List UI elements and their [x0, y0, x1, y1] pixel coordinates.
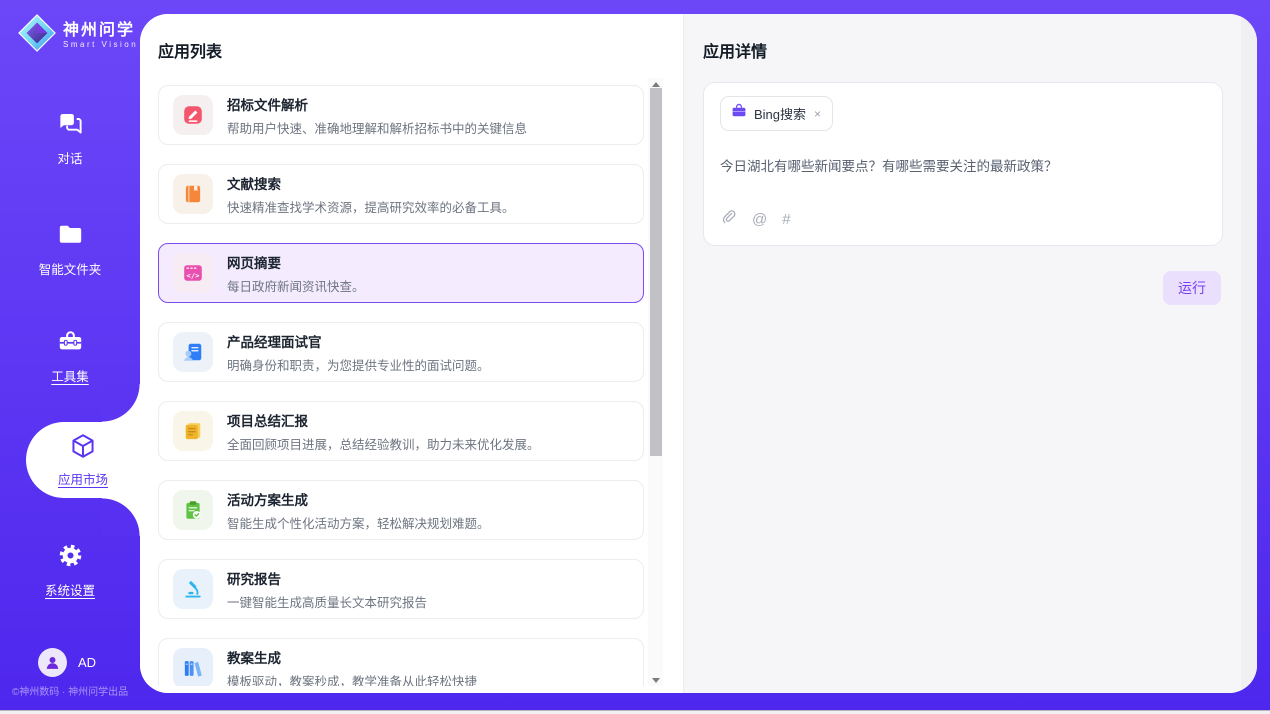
microscope-icon	[173, 569, 213, 609]
list-item[interactable]: 活动方案生成智能生成个性化活动方案，轻松解决规划难题。	[158, 480, 644, 540]
avatar	[38, 648, 67, 677]
scrollbar-thumb[interactable]	[650, 88, 662, 456]
interviewer-icon	[173, 332, 213, 372]
sidebar-item-settings[interactable]: 系统设置	[0, 542, 140, 599]
window-bottom-edge	[0, 710, 1270, 714]
app-description: 智能生成个性化活动方案，轻松解决规划难题。	[227, 513, 490, 532]
sidebar-item-chat[interactable]: 对话	[0, 110, 140, 167]
brand-text: 神州问学 Smart Vision	[63, 22, 138, 50]
toolbox-icon	[57, 328, 84, 360]
diamond-logo-icon	[18, 14, 56, 57]
app-description: 全面回顾项目进展，总结经验教训，助力未来优化发展。	[227, 434, 540, 453]
sidebar-item-app-market[interactable]: 应用市场	[26, 432, 140, 488]
svg-text:</>: </>	[187, 271, 200, 280]
list-item[interactable]: 教案生成模板驱动，教案秒成，教学准备从此轻松快捷	[158, 638, 644, 686]
doc-edit-icon	[173, 95, 213, 135]
app-name: 产品经理面试官	[227, 331, 490, 351]
app-name: 活动方案生成	[227, 489, 490, 509]
brand-logo: 神州问学 Smart Vision	[18, 14, 138, 57]
sidebar-item-smart-folder[interactable]: 智能文件夹	[0, 221, 140, 278]
mention-icon[interactable]: @	[752, 212, 767, 228]
sidebar-item-toolset[interactable]: 工具集	[0, 328, 140, 385]
app-description: 一键智能生成高质量长文本研究报告	[227, 592, 427, 611]
app-name: 研究报告	[227, 568, 427, 588]
app-name: 文献搜索	[227, 173, 515, 193]
right-scroll-gutter	[1241, 14, 1257, 693]
user-icon	[44, 654, 61, 671]
book-icon	[173, 174, 213, 214]
attachment-icon[interactable]	[720, 209, 737, 231]
tool-chip-bing-search[interactable]: Bing搜索 ×	[720, 96, 833, 131]
brand-tagline: Smart Vision	[63, 40, 138, 50]
app-detail-title: 应用详情	[703, 38, 767, 62]
sidebar-item-label: 工具集	[51, 366, 89, 385]
scroll-down-button[interactable]	[648, 674, 663, 686]
list-item[interactable]: </> 网页摘要每日政府新闻资讯快查。	[158, 243, 644, 303]
chip-close-icon[interactable]: ×	[813, 107, 822, 121]
app-description: 模板驱动，教案秒成，教学准备从此轻松快捷	[227, 671, 477, 687]
list-item[interactable]: 招标文件解析帮助用户快速、准确地理解和解析招标书中的关键信息	[158, 85, 644, 145]
cube-icon	[69, 432, 97, 465]
app-window: 神州问学 Smart Vision 对话 智能文件夹	[0, 0, 1270, 714]
app-name: 项目总结汇报	[227, 410, 540, 430]
hash-icon[interactable]: #	[782, 212, 790, 228]
sidebar-footer-credit: ©神州数码 · 神州问学出品	[0, 683, 140, 698]
app-name: 招标文件解析	[227, 94, 527, 114]
app-list: 招标文件解析帮助用户快速、准确地理解和解析招标书中的关键信息文献搜索快速精准查找…	[158, 78, 648, 686]
app-description: 每日政府新闻资讯快查。	[227, 276, 365, 295]
bump-fillet-top	[102, 384, 140, 422]
list-item[interactable]: 项目总结汇报全面回顾项目进展，总结经验教训，助力未来优化发展。	[158, 401, 644, 461]
run-button[interactable]: 运行	[1163, 271, 1221, 305]
chat-icon	[57, 110, 84, 142]
app-name: 网页摘要	[227, 252, 365, 272]
sidebar-item-label: 智能文件夹	[39, 259, 102, 278]
sidebar-item-label: 系统设置	[45, 580, 95, 599]
list-item[interactable]: 产品经理面试官明确身份和职责，为您提供专业性的面试问题。	[158, 322, 644, 382]
books-icon	[173, 648, 213, 686]
app-list-panel: 应用列表 招标文件解析帮助用户快速、准确地理解和解析招标书中的关键信息文献搜索快…	[140, 14, 683, 693]
report-doc-icon	[173, 411, 213, 451]
prompt-composer[interactable]: Bing搜索 × 今日湖北有哪些新闻要点？有哪些需要关注的最新政策？ @ #	[703, 82, 1223, 246]
briefcase-icon	[731, 103, 747, 124]
bump-fillet-bottom	[102, 498, 140, 536]
sidebar-active-bump: 应用市场	[26, 422, 140, 498]
list-item[interactable]: 研究报告一键智能生成高质量长文本研究报告	[158, 559, 644, 619]
user-initials: AD	[78, 655, 96, 670]
composer-toolbar: @ #	[720, 209, 1206, 231]
sidebar: 神州问学 Smart Vision 对话 智能文件夹	[0, 0, 140, 710]
app-description: 帮助用户快速、准确地理解和解析招标书中的关键信息	[227, 118, 527, 137]
app-description: 明确身份和职责，为您提供专业性的面试问题。	[227, 355, 490, 374]
query-input-text[interactable]: 今日湖北有哪些新闻要点？有哪些需要关注的最新政策？	[720, 155, 1206, 209]
user-account[interactable]: AD	[38, 648, 96, 677]
list-scrollbar[interactable]	[648, 78, 663, 686]
tool-chip-label: Bing搜索	[754, 104, 806, 123]
brand-name: 神州问学	[63, 22, 138, 40]
main-content: 应用列表 招标文件解析帮助用户快速、准确地理解和解析招标书中的关键信息文献搜索快…	[140, 14, 1257, 693]
app-detail-panel: 应用详情 Bing搜索 × 今日湖北有哪些新闻要点？有哪些需要关注的最新政策？	[684, 14, 1257, 693]
clipboard-check-icon	[173, 490, 213, 530]
list-item[interactable]: 文献搜索快速精准查找学术资源，提高研究效率的必备工具。	[158, 164, 644, 224]
app-name: 教案生成	[227, 647, 477, 667]
folder-icon	[57, 221, 84, 253]
sidebar-item-label: 对话	[57, 148, 82, 167]
app-description: 快速精准查找学术资源，提高研究效率的必备工具。	[227, 197, 515, 216]
sidebar-item-label: 应用市场	[58, 469, 108, 488]
gear-icon	[57, 542, 84, 574]
web-code-icon: </>	[173, 253, 213, 293]
app-list-title: 应用列表	[158, 38, 222, 62]
